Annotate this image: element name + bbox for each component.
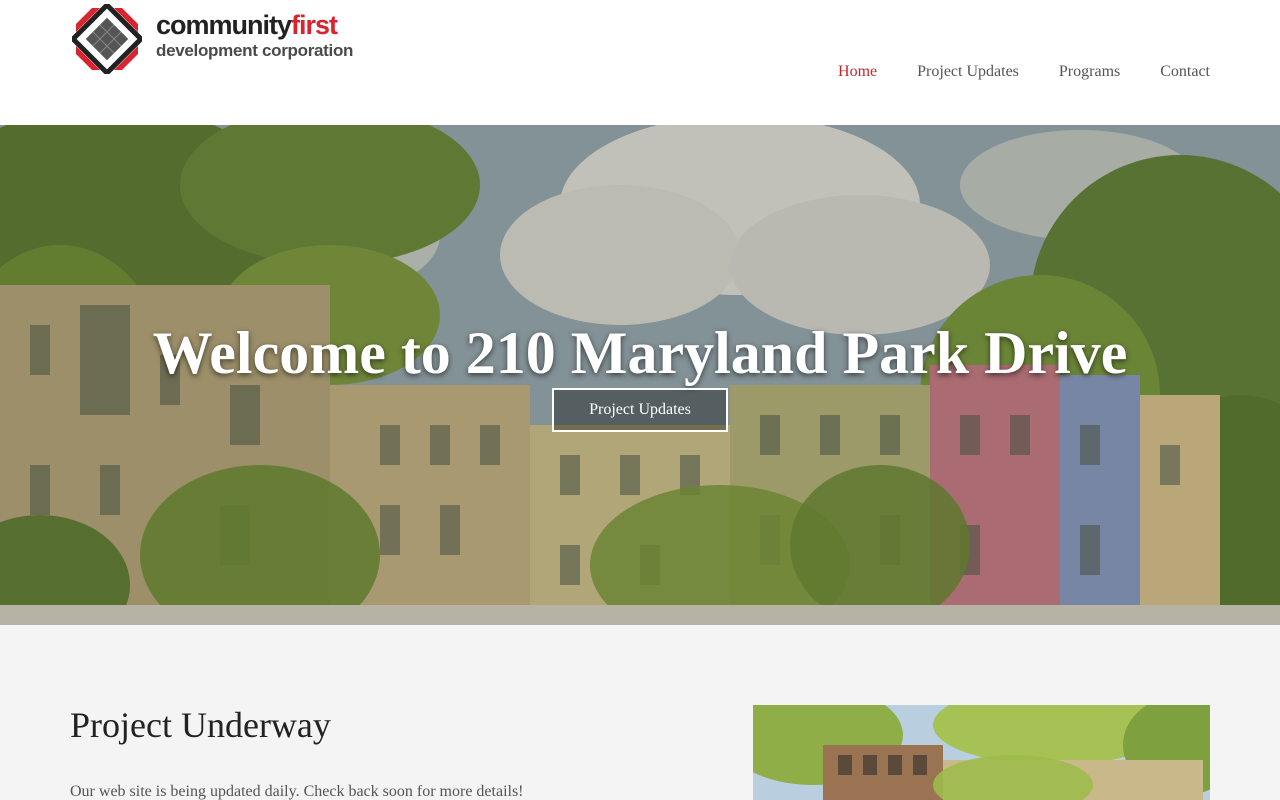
content-section: Project Underway Our web site is being u… — [0, 625, 1280, 800]
logo-word-first: first — [291, 10, 338, 40]
main-nav: Home Project Updates Programs Contact — [798, 60, 1210, 84]
nav-item-home[interactable]: Home — [838, 60, 877, 84]
hero-project-updates-button[interactable]: Project Updates — [552, 388, 728, 432]
logo-diamond-icon — [72, 4, 142, 74]
project-illustration — [753, 705, 1210, 800]
nav-item-project-updates[interactable]: Project Updates — [917, 60, 1019, 84]
project-image — [753, 705, 1210, 800]
nav-item-contact[interactable]: Contact — [1160, 60, 1210, 84]
section-title: Project Underway — [70, 705, 331, 745]
section-text: Our web site is being updated daily. Che… — [70, 783, 524, 800]
site-logo[interactable]: communityfirst development corporation — [72, 4, 353, 74]
site-header: communityfirst development corporation H… — [0, 0, 1280, 125]
hero-title: Welcome to 210 Maryland Park Drive — [152, 320, 1128, 386]
hero-banner: Welcome to 210 Maryland Park Drive Proje… — [0, 125, 1280, 625]
logo-line1: communityfirst — [156, 10, 353, 40]
logo-line2: development corporation — [156, 41, 354, 60]
nav-item-programs[interactable]: Programs — [1059, 60, 1120, 84]
logo-word-community: community — [156, 10, 292, 40]
logo-text: communityfirst development corporation — [156, 10, 353, 62]
